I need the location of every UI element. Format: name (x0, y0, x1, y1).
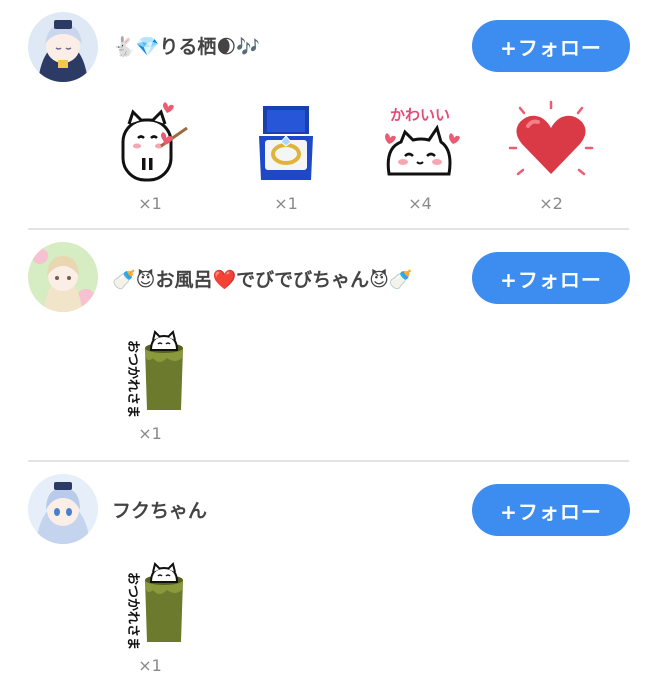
otsukare-sticker-text: おつかれさま (125, 572, 140, 650)
gift-entry-1: 🐇💎りる栖🌒🎶 +フォロー ×1 ×1 かわいい ×4 ×2 (0, 0, 657, 228)
gift-item: おつかれさま ×1 (100, 328, 200, 443)
heart-icon (508, 100, 594, 176)
gift-item: おつかれさま ×1 (100, 560, 200, 675)
otsukaresama-cat-icon: おつかれさま (125, 330, 183, 418)
gift-count: ×1 (138, 656, 162, 675)
gift-item: ×1 (100, 98, 200, 213)
otsukaresama-cat-icon: おつかれさま (125, 562, 183, 650)
gift-entry-3: フクちゃん +フォロー おつかれさま ×1 (0, 462, 657, 680)
username[interactable]: 🐇💎りる栖🌒🎶 (112, 32, 260, 59)
gift-item: かわいい ×4 (370, 98, 470, 213)
gift-item: ×1 (236, 98, 336, 213)
username[interactable]: フクちゃん (112, 496, 207, 523)
gift-count: ×2 (539, 194, 563, 213)
follow-button[interactable]: +フォロー (472, 252, 630, 304)
follow-button[interactable]: +フォロー (472, 20, 630, 72)
gift-item: ×2 (501, 98, 601, 213)
follow-button[interactable]: +フォロー (472, 484, 630, 536)
gift-count: ×1 (138, 194, 162, 213)
gift-count: ×1 (138, 424, 162, 443)
gift-entry-2: 🍼😈お風呂❤️でびでびちゃん😈🍼 +フォロー おつかれさま ×1 (0, 230, 657, 460)
avatar[interactable] (28, 474, 98, 544)
avatar[interactable] (28, 242, 98, 312)
gift-count: ×1 (274, 194, 298, 213)
gift-count: ×4 (408, 194, 432, 213)
username[interactable]: 🍼😈お風呂❤️でびでびちゃん😈🍼 (112, 265, 413, 292)
kawaii-sticker-text: かわいい (390, 106, 450, 124)
otsukare-sticker-text: おつかれさま (125, 340, 140, 418)
cat-arrow-heart-icon (121, 102, 188, 182)
avatar[interactable] (28, 12, 98, 82)
ring-box-icon (259, 106, 313, 180)
kawaii-cat-icon: かわいい (385, 106, 460, 176)
